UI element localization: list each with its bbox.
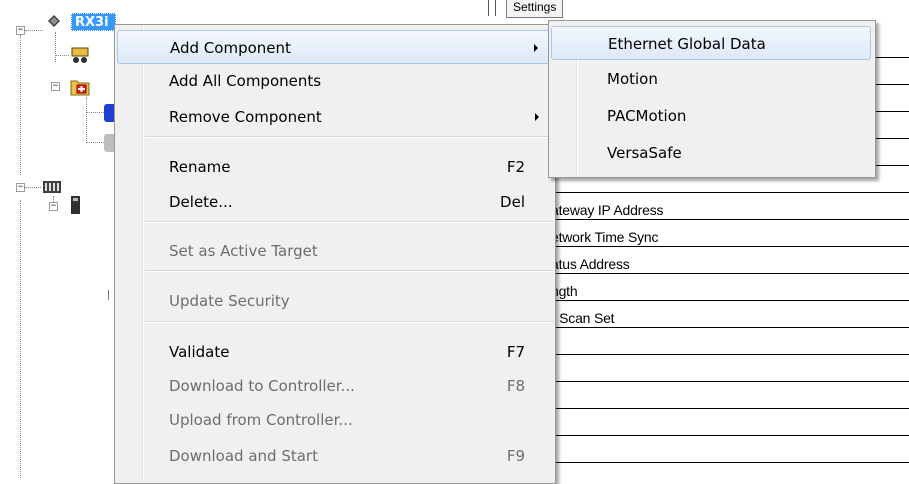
node-collapse-toggle[interactable]: − bbox=[16, 183, 25, 192]
menu-separator bbox=[145, 221, 553, 223]
submenu-item-motion[interactable]: Motion bbox=[551, 62, 871, 96]
submenu-item-label: Ethernet Global Data bbox=[608, 35, 766, 53]
property-label: etwork Time Sync bbox=[551, 229, 659, 245]
menu-item-label: Remove Component bbox=[169, 108, 322, 126]
menu-item-shortcut: F7 bbox=[506, 343, 525, 361]
menu-item-shortcut: F9 bbox=[506, 447, 525, 465]
menu-item-label: Update Security bbox=[169, 292, 290, 310]
submenu-arrow-icon bbox=[534, 44, 538, 52]
property-row[interactable] bbox=[543, 328, 909, 355]
menu-item-update-security[interactable]: Update Security bbox=[117, 284, 553, 318]
property-row[interactable]: etwork Time Sync bbox=[543, 220, 909, 247]
menu-item-label: Set as Active Target bbox=[169, 242, 318, 260]
menu-item-add-all-components[interactable]: Add All Components bbox=[117, 64, 553, 98]
context-menu: Add Component Add All Components Remove Co… bbox=[114, 24, 556, 484]
menu-item-set-active-target[interactable]: Set as Active Target bbox=[117, 234, 553, 268]
root-collapse-toggle[interactable]: − bbox=[16, 26, 25, 35]
submenu-item-label: PACMotion bbox=[607, 107, 687, 125]
submenu-item-label: VersaSafe bbox=[607, 144, 682, 162]
slot-icon bbox=[71, 196, 80, 214]
menu-item-shortcut: F2 bbox=[506, 158, 525, 176]
submenu-item-versasafe[interactable]: VersaSafe bbox=[551, 136, 871, 170]
menu-item-shortcut: F8 bbox=[506, 377, 525, 395]
node-collapse-toggle[interactable]: − bbox=[51, 82, 60, 91]
hardware-config-icon bbox=[71, 47, 89, 63]
property-row[interactable] bbox=[543, 436, 909, 463]
menu-separator bbox=[145, 136, 553, 138]
menu-item-download-to-controller[interactable]: Download to Controller... F8 bbox=[117, 369, 553, 403]
menu-item-label: Validate bbox=[169, 343, 230, 361]
property-label: ateway IP Address bbox=[551, 202, 664, 218]
menu-item-download-and-start[interactable]: Download and Start F9 bbox=[117, 439, 553, 473]
submenu-item-pacmotion[interactable]: PACMotion bbox=[551, 99, 871, 133]
menu-item-validate[interactable]: Validate F7 bbox=[117, 335, 553, 369]
property-label: ) Scan Set bbox=[551, 310, 615, 326]
property-row[interactable] bbox=[543, 409, 909, 436]
menu-item-label: Delete... bbox=[169, 193, 233, 211]
node-collapse-toggle[interactable]: − bbox=[49, 202, 58, 211]
menu-item-shortcut: Del bbox=[500, 193, 525, 211]
menu-item-delete[interactable]: Delete... Del bbox=[117, 185, 553, 219]
submenu-item-label: Motion bbox=[607, 70, 658, 88]
menu-item-label: Upload from Controller... bbox=[169, 411, 353, 429]
menu-item-label: Download and Start bbox=[169, 447, 318, 465]
target-diamond-icon bbox=[48, 15, 60, 27]
rack-icon bbox=[43, 181, 61, 193]
property-row[interactable]: atus Address bbox=[543, 247, 909, 274]
property-label: atus Address bbox=[551, 256, 630, 272]
property-row[interactable] bbox=[543, 382, 909, 409]
property-row[interactable]: ateway IP Address bbox=[543, 193, 909, 220]
submenu-item-ethernet-global-data[interactable]: Ethernet Global Data bbox=[551, 26, 871, 60]
menu-item-label: Add All Components bbox=[169, 72, 322, 90]
tree-root-node-label[interactable]: RX3i bbox=[71, 13, 116, 31]
property-row[interactable] bbox=[543, 355, 909, 382]
menu-item-upload-from-controller[interactable]: Upload from Controller... bbox=[117, 403, 553, 437]
tab-settings[interactable]: Settings bbox=[506, 0, 564, 18]
grip-icon bbox=[488, 0, 496, 16]
property-row[interactable]: ) Scan Set bbox=[543, 301, 909, 328]
add-component-submenu: Ethernet Global Data Motion PACMotion Versa… bbox=[548, 20, 876, 178]
menu-item-label: Rename bbox=[169, 158, 231, 176]
property-row[interactable]: ngth bbox=[543, 274, 909, 301]
menu-separator bbox=[145, 321, 553, 323]
menu-item-rename[interactable]: Rename F2 bbox=[117, 150, 553, 184]
folder-red-icon bbox=[70, 80, 90, 96]
submenu-arrow-icon bbox=[535, 113, 539, 121]
menu-separator bbox=[145, 270, 553, 272]
menu-item-add-component[interactable]: Add Component bbox=[117, 30, 553, 64]
menu-item-label: Download to Controller... bbox=[169, 377, 355, 395]
menu-item-remove-component[interactable]: Remove Component bbox=[117, 100, 553, 134]
menu-item-label: Add Component bbox=[170, 39, 291, 57]
